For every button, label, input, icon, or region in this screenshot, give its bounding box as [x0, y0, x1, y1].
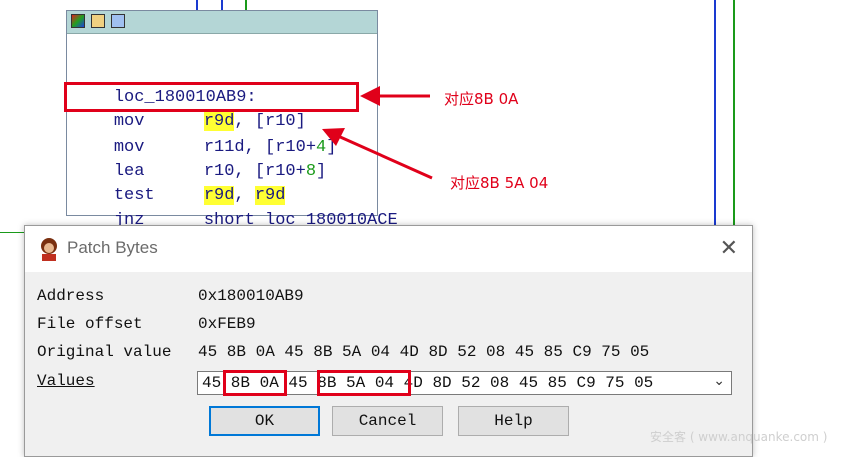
graph-window-icon[interactable] [111, 14, 125, 28]
graph-edge-horizontal [0, 232, 24, 233]
file-offset-value: 0xFEB9 [198, 315, 256, 333]
annotation-first: 对应8B 0A [444, 90, 519, 108]
code-block-titlebar [67, 11, 377, 34]
cancel-button[interactable]: Cancel [332, 406, 443, 436]
chevron-down-icon[interactable]: ⌄ [713, 373, 725, 389]
ok-button[interactable]: OK [209, 406, 320, 436]
highlight-box-bytes-8b-5a-04 [317, 370, 411, 396]
address-value: 0x180010AB9 [198, 287, 304, 305]
watermark-text: 安全客 ( www.anquanke.com ) [650, 430, 828, 444]
dialog-titlebar[interactable]: Patch Bytes ✕ [25, 226, 752, 272]
edit-pencil-icon[interactable] [91, 14, 105, 28]
values-label: Values [37, 372, 95, 390]
highlight-box-mov-line [64, 82, 359, 112]
close-icon[interactable]: ✕ [720, 236, 738, 261]
code-block: loc_180010AB9: mov r9d, [r10] mov r11d, [r… [66, 10, 398, 230]
ida-app-icon [41, 238, 57, 261]
address-label: Address [37, 287, 105, 305]
help-button[interactable]: Help [458, 406, 569, 436]
highlight-box-bytes-8b-0a [223, 370, 287, 396]
original-value: 45 8B 0A 45 8B 5A 04 4D 8D 52 08 45 85 C… [198, 343, 650, 361]
graph-edge-blue-2 [221, 0, 223, 10]
patch-bytes-dialog: Patch Bytes ✕ Address 0x180010AB9 File o… [24, 225, 753, 457]
file-offset-label: File offset [37, 315, 143, 333]
annotation-second: 对应8B 5A 04 [450, 174, 549, 192]
dialog-title: Patch Bytes [67, 238, 158, 257]
graph-edge-green-1 [245, 0, 247, 10]
original-value-label: Original value [37, 343, 172, 361]
color-palette-icon[interactable] [71, 14, 85, 28]
graph-edge-blue-1 [196, 0, 198, 10]
